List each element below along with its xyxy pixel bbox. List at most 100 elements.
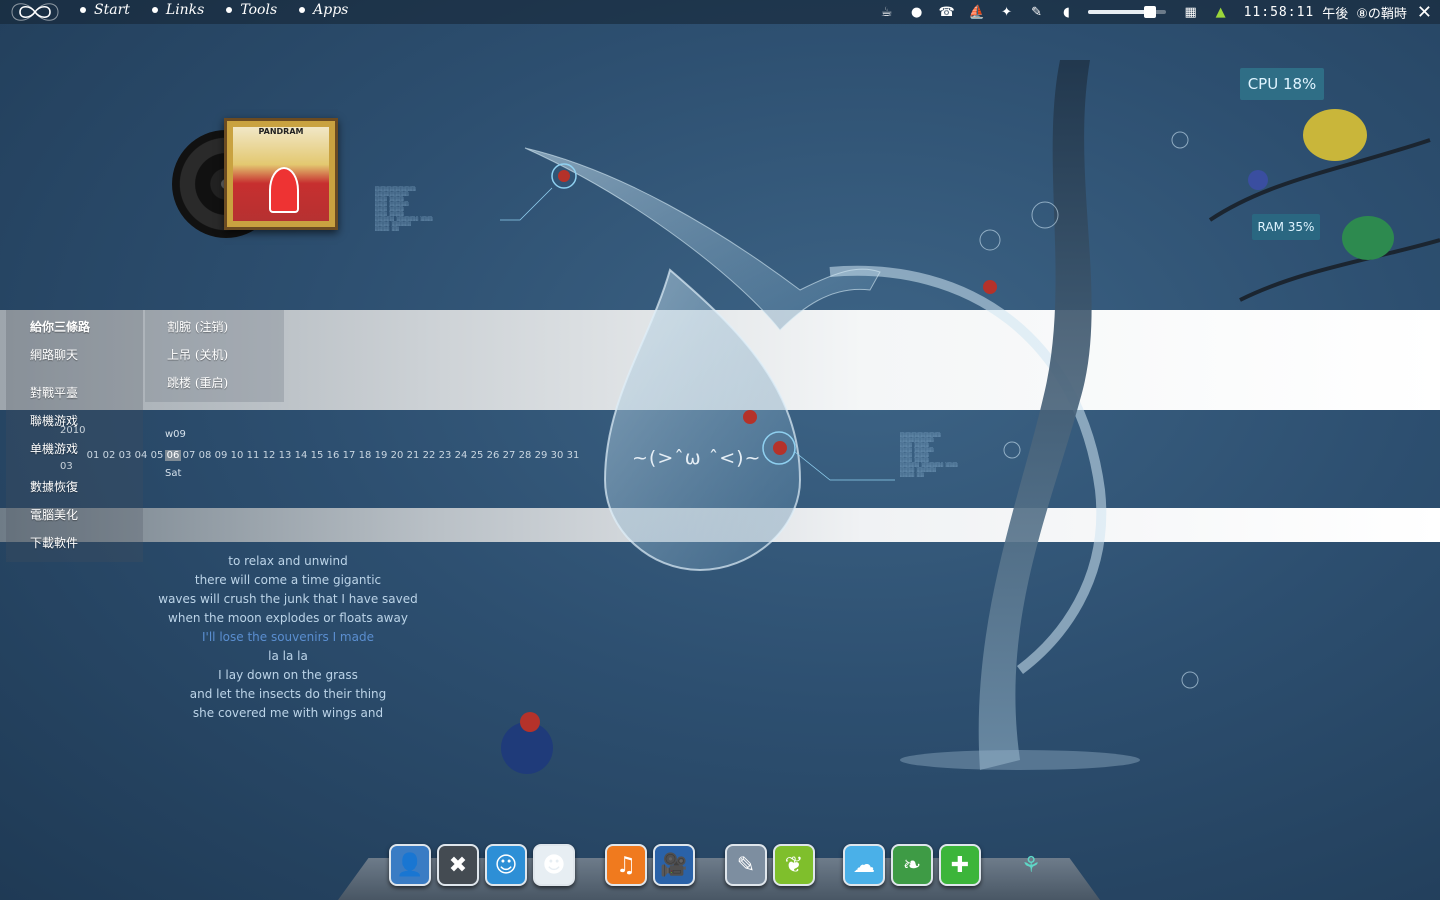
- left-menu-item-data-recovery[interactable]: 數據恢復: [30, 478, 78, 495]
- left-menu-item-beautify[interactable]: 電腦美化: [30, 506, 78, 523]
- feather-icon[interactable]: ✎: [1022, 0, 1052, 24]
- calendar-day[interactable]: 02: [101, 450, 117, 461]
- ram-usage-bubble: RAM 35%: [1252, 214, 1320, 240]
- bullet-icon: [226, 7, 233, 13]
- calendar-day[interactable]: 26: [485, 450, 501, 461]
- left-menu-item-single-games[interactable]: 单機游戏: [30, 440, 78, 457]
- calendar-day[interactable]: 25: [469, 450, 485, 461]
- dock: 👤 ✖ ☺ ☻ ♫ 🎥 ✎ ❦ ☁ ❧ ✚ ⚘: [0, 844, 1440, 890]
- reddit-alien-app-icon[interactable]: ☻: [533, 844, 575, 886]
- album-title: PANDRAM: [258, 127, 304, 136]
- plus-app-icon[interactable]: ✚: [939, 844, 981, 886]
- calendar-day[interactable]: 20: [389, 450, 405, 461]
- calendar-day[interactable]: 03: [117, 450, 133, 461]
- calendar-day[interactable]: 30: [549, 450, 565, 461]
- calendar-day[interactable]: 09: [213, 450, 229, 461]
- menu-start[interactable]: Start: [80, 2, 130, 18]
- calendar-day[interactable]: 23: [437, 450, 453, 461]
- weather-label: ⑧の鞘時: [1356, 6, 1407, 22]
- ampm-label: 午後: [1322, 6, 1349, 22]
- crossed-tools-app-icon[interactable]: ✖: [437, 844, 479, 886]
- lyric-line: when the moon explodes or floats away: [168, 611, 408, 625]
- lyric-line: waves will crush the junk that I have sa…: [158, 592, 418, 606]
- ladybug-info-label-2: ░░░░░░░░░░░░░░░░░ ░░░░░░░░░░░░░░ ░░░░░ ░░░…: [900, 432, 958, 477]
- calendar-day[interactable]: 10: [229, 450, 245, 461]
- submenu-logout[interactable]: 割腕 (注销): [167, 318, 228, 335]
- calendar-day[interactable]: 11: [245, 450, 261, 461]
- calendar-day[interactable]: 01: [85, 450, 101, 461]
- left-menu-item-downloads[interactable]: 下載軟件: [30, 534, 78, 551]
- phone-icon[interactable]: ☎: [932, 0, 962, 24]
- calendar-year: 2010: [60, 425, 86, 436]
- calendar-day[interactable]: 22: [421, 450, 437, 461]
- calendar-day[interactable]: 28: [517, 450, 533, 461]
- ship-icon[interactable]: ⛵: [962, 0, 992, 24]
- leaf-app-icon[interactable]: ❦: [773, 844, 815, 886]
- submenu-restart[interactable]: 跳楼 (重启): [167, 374, 228, 391]
- calendar-day[interactable]: 05: [149, 450, 165, 461]
- now-playing-album[interactable]: PANDRAM: [172, 118, 342, 258]
- cpu-usage-bubble: CPU 18%: [1240, 68, 1324, 100]
- menu-apps[interactable]: Apps: [299, 2, 348, 18]
- calendar-day[interactable]: 17: [341, 450, 357, 461]
- bullet-icon: [151, 7, 158, 13]
- top-menu-bar: Start Links Tools Apps ☕ ● ☎ ⛵ ✦ ✎ ◖ ▦ ▲…: [0, 0, 1440, 24]
- calendar-day[interactable]: 06: [165, 450, 181, 461]
- calendar-day[interactable]: 19: [373, 450, 389, 461]
- grid-icon[interactable]: ▦: [1176, 0, 1206, 24]
- fern-app-icon[interactable]: ❧: [891, 844, 933, 886]
- music-app-icon[interactable]: ♫: [605, 844, 647, 886]
- lyric-line: I lay down on the grass: [218, 668, 358, 682]
- left-menu-item-battle[interactable]: 對戰平臺: [30, 384, 78, 401]
- lyric-line: there will come a time gigantic: [194, 573, 382, 587]
- calendar-day[interactable]: 08: [197, 450, 213, 461]
- calendar-day[interactable]: 07: [181, 450, 197, 461]
- top-menu: Start Links Tools Apps: [80, 2, 348, 18]
- menu-tools[interactable]: Tools: [226, 2, 277, 18]
- left-menu-item-three-roads[interactable]: 給你三條路: [30, 318, 90, 335]
- close-icon[interactable]: ✕: [1417, 2, 1432, 23]
- calendar-day[interactable]: 15: [309, 450, 325, 461]
- cloud-app-icon[interactable]: ☁: [843, 844, 885, 886]
- android-icon[interactable]: ▲: [1206, 0, 1236, 24]
- calendar-day[interactable]: 29: [533, 450, 549, 461]
- bird-icon[interactable]: ✦: [992, 0, 1022, 24]
- calendar-day[interactable]: 16: [325, 450, 341, 461]
- submenu-shutdown[interactable]: 上吊 (关机): [167, 346, 228, 363]
- left-menu-item-chat[interactable]: 網路聊天: [30, 346, 78, 363]
- lyric-line: and let the insects do their thing: [189, 687, 387, 701]
- lyrics-panel: to relax and unwind there will come a tim…: [148, 552, 428, 723]
- speaker-icon[interactable]: ◖: [1052, 0, 1082, 24]
- kaomoji-text: ~(>ˆω ˆ<)~: [632, 447, 762, 469]
- clock: 11:58:11: [1243, 4, 1315, 20]
- calendar-day[interactable]: 27: [501, 450, 517, 461]
- pencil-app-icon[interactable]: ✎: [725, 844, 767, 886]
- cup-icon[interactable]: ☕: [872, 0, 902, 24]
- calendar-day[interactable]: 14: [293, 450, 309, 461]
- calendar-day[interactable]: 21: [405, 450, 421, 461]
- infinity-logo-icon[interactable]: [6, 2, 64, 22]
- contacts-app-icon[interactable]: 👤: [389, 844, 431, 886]
- calendar-day[interactable]: 31: [565, 450, 581, 461]
- calendar-day[interactable]: 24: [453, 450, 469, 461]
- calendar-month: 03: [60, 461, 73, 472]
- calendar-day[interactable]: 13: [277, 450, 293, 461]
- submenu-panel: 割腕 (注销) 上吊 (关机) 跳楼 (重启): [145, 310, 284, 402]
- menu-links[interactable]: Links: [151, 2, 204, 18]
- menu-apps-label: Apps: [313, 2, 349, 18]
- volume-slider[interactable]: [1087, 0, 1166, 24]
- lyric-line: I'll lose the souvenirs I made: [202, 630, 374, 644]
- butterfly-app-icon[interactable]: ⚘: [1010, 844, 1052, 886]
- bullet-icon: [80, 7, 86, 13]
- menu-tools-label: Tools: [240, 2, 278, 18]
- calendar-day[interactable]: 12: [261, 450, 277, 461]
- video-camera-app-icon[interactable]: 🎥: [653, 844, 695, 886]
- lyric-line: to relax and unwind: [228, 554, 348, 568]
- album-cover[interactable]: PANDRAM: [224, 118, 338, 230]
- chat-bubble-icon[interactable]: ●: [902, 0, 932, 24]
- lyric-line: la la la: [268, 649, 308, 663]
- calendar-day[interactable]: 18: [357, 450, 373, 461]
- calendar-day[interactable]: 04: [133, 450, 149, 461]
- finder-face-app-icon[interactable]: ☺: [485, 844, 527, 886]
- volume-thumb[interactable]: [1143, 6, 1156, 18]
